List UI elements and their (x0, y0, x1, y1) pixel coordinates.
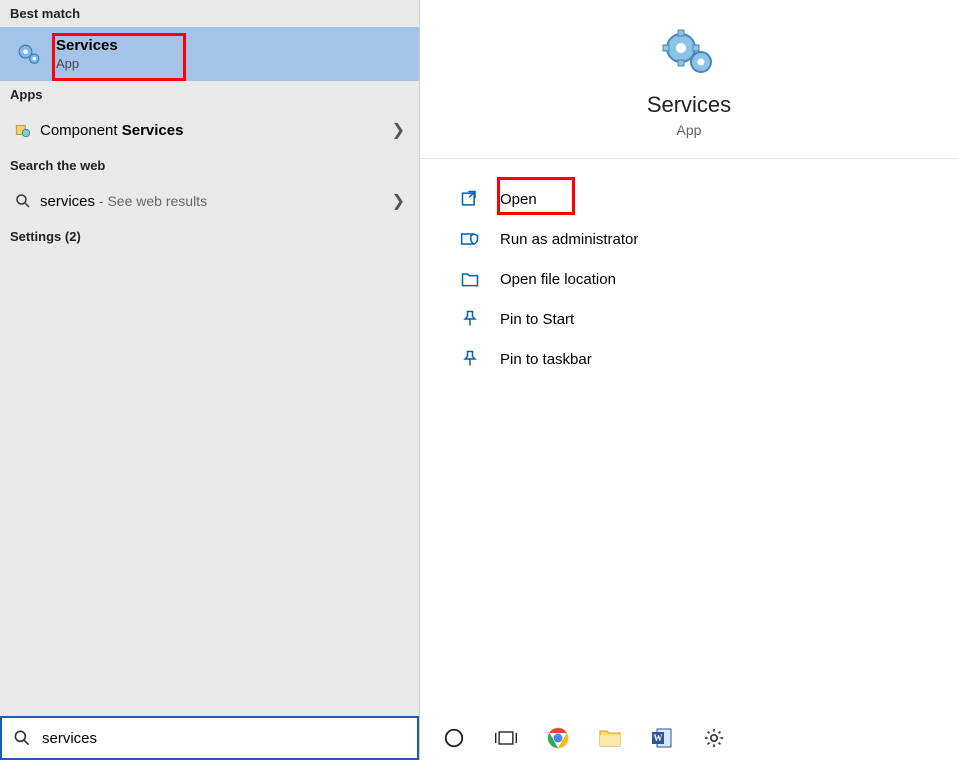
section-best-match: Best match (0, 0, 419, 27)
app-prefix: Component (40, 122, 122, 139)
gears-icon (14, 39, 44, 69)
action-run-admin[interactable]: Run as administrator (460, 219, 958, 259)
preview-title: Services (420, 92, 958, 118)
search-icon (2, 728, 42, 748)
app-result-component-services[interactable]: Component Services ❯ (0, 108, 419, 152)
preview-type: App (420, 122, 958, 138)
cortana-icon[interactable] (440, 724, 468, 752)
section-settings[interactable]: Settings (2) (0, 223, 419, 250)
pin-icon (460, 309, 500, 329)
best-match-text: Services App (56, 37, 118, 71)
file-explorer-icon[interactable] (596, 724, 624, 752)
pin-icon (460, 349, 500, 369)
svg-text:W: W (654, 733, 663, 743)
preview-header: Services App (420, 0, 958, 159)
taskbar: W (420, 716, 958, 760)
web-suffix: - See web results (95, 193, 207, 209)
app-bold: Services (122, 122, 184, 139)
open-icon (460, 189, 500, 209)
settings-icon[interactable] (700, 724, 728, 752)
action-pin-start-label: Pin to Start (500, 311, 574, 328)
search-results-pane: Best match Services App Apps (0, 0, 420, 760)
best-match-title: Services (56, 37, 118, 54)
search-input[interactable] (42, 718, 417, 758)
action-pin-taskbar-label: Pin to taskbar (500, 351, 592, 368)
folder-icon (460, 269, 500, 289)
action-admin-label: Run as administrator (500, 231, 638, 248)
shield-icon (460, 229, 500, 249)
action-open[interactable]: Open (460, 179, 958, 219)
word-icon[interactable]: W (648, 724, 676, 752)
chrome-icon[interactable] (544, 724, 572, 752)
section-web: Search the web (0, 152, 419, 179)
web-result[interactable]: services - See web results ❯ (0, 179, 419, 223)
component-services-icon (14, 121, 40, 139)
action-open-label: Open (500, 191, 537, 208)
app-result-label: Component Services (40, 122, 392, 139)
best-match-type: App (56, 56, 118, 71)
action-open-location[interactable]: Open file location (460, 259, 958, 299)
task-view-icon[interactable] (492, 724, 520, 752)
best-match-result[interactable]: Services App (0, 27, 419, 81)
web-term: services (40, 193, 95, 210)
preview-pane: Services App Open (420, 0, 958, 760)
action-pin-taskbar[interactable]: Pin to taskbar (460, 339, 958, 379)
action-pin-start[interactable]: Pin to Start (460, 299, 958, 339)
web-result-label: services - See web results (40, 193, 392, 210)
chevron-right-icon[interactable]: ❯ (392, 191, 405, 211)
actions-list: Open Run as administrator (420, 159, 958, 379)
search-icon (14, 192, 40, 210)
chevron-right-icon[interactable]: ❯ (392, 120, 405, 140)
action-location-label: Open file location (500, 271, 616, 288)
search-box[interactable] (0, 716, 419, 760)
section-apps: Apps (0, 81, 419, 108)
gears-icon (657, 28, 721, 76)
